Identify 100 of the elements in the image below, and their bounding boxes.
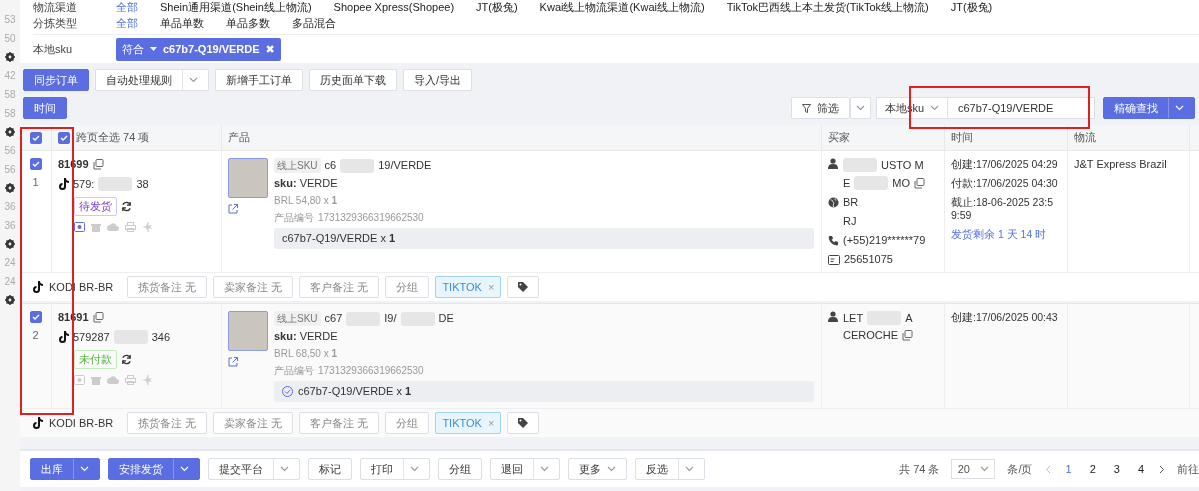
filter-option[interactable]: TikTok巴西线上本土发货(TikTok线上物流) [726, 0, 929, 15]
filter-option[interactable]: JT(极兔) [476, 0, 518, 15]
blurred-region [340, 158, 375, 173]
settings-icon[interactable] [5, 127, 15, 137]
id-card-icon [828, 254, 840, 265]
time-entry: 创建:17/06/2025 04:29 [951, 158, 1059, 171]
tag-button[interactable] [507, 412, 540, 434]
chevron-down-icon [280, 466, 289, 472]
refresh-icon[interactable] [121, 201, 132, 212]
goto-label: 前往 [1177, 461, 1199, 477]
filter-option[interactable]: Kwai线上物流渠道(Kwai线上物流) [539, 0, 705, 15]
select-all-pages-checkbox[interactable] [58, 131, 70, 144]
toolbar-button[interactable]: 提交平台 [208, 458, 300, 480]
filter-label: 本地sku [33, 41, 74, 57]
masked-text-part: c67 [324, 312, 343, 325]
filter-button[interactable]: 筛选 [790, 97, 850, 119]
logistics-carrier: J&T Express Brazil [1074, 158, 1168, 171]
filter-option[interactable]: 全部 [116, 0, 138, 15]
line-number: 36 [4, 201, 16, 212]
note-button[interactable]: 客户备注 无 [299, 412, 380, 434]
page-button[interactable]: 2 [1086, 463, 1099, 475]
toolbar-button[interactable]: 新增手工订单 [215, 69, 303, 91]
note-button[interactable]: 卖家备注 无 [213, 276, 294, 298]
page-button[interactable]: 3 [1110, 463, 1123, 475]
line-number: 58 [4, 108, 16, 119]
toolbar-button[interactable]: 出库 [30, 458, 100, 480]
filter-option[interactable]: 全部 [116, 15, 138, 31]
page-size-select[interactable]: 20 [951, 459, 996, 479]
toolbar-button[interactable]: 自动处理规则 [95, 69, 209, 91]
row-index: 1 [32, 176, 39, 189]
filter-option[interactable]: Shopee Xpress(Shopee) [333, 1, 455, 13]
toolbar-button[interactable]: 导入/导出 [403, 69, 473, 91]
settings-icon[interactable] [5, 295, 15, 305]
select-all-checkbox[interactable] [29, 131, 42, 144]
note-button[interactable]: 拣货备注 无 [127, 276, 208, 298]
masked-text-part: E [843, 176, 851, 190]
toolbar-button[interactable]: 分组 [438, 458, 482, 480]
blurred-region [843, 158, 877, 172]
external-link-icon[interactable] [228, 204, 238, 214]
music-note-icon [32, 417, 43, 429]
price-text: BRL 54,80 x 1 [274, 194, 338, 207]
select-all-label: 跨页全选 74 项 [76, 130, 150, 145]
copy-icon[interactable] [914, 177, 926, 189]
copy-icon[interactable] [92, 159, 104, 170]
search-field[interactable]: c67b7-Q19/VERDE [948, 97, 1095, 119]
settings-icon[interactable] [5, 183, 15, 193]
masked-text-part: MO [892, 176, 911, 190]
settings-icon[interactable] [5, 239, 15, 249]
tag-button[interactable] [507, 276, 540, 298]
note-button[interactable]: 客户备注 无 [299, 276, 380, 298]
remove-icon[interactable]: ✖ [265, 42, 275, 56]
time-button[interactable]: 时间 [23, 97, 67, 119]
filter-option[interactable]: JT(极兔) [950, 0, 993, 15]
next-page-icon[interactable] [1159, 464, 1165, 474]
product-code-label: 产品编号 [274, 364, 314, 377]
platform-tag: TIKTOK × [435, 412, 502, 434]
row-checkbox[interactable] [29, 311, 42, 323]
chevron-down-icon [1175, 105, 1184, 111]
filter-label: 物流渠道 [33, 0, 78, 15]
toolbar-button[interactable]: 更多 [568, 458, 627, 480]
line-number: 24 [4, 257, 16, 268]
chevron-down-icon [855, 105, 865, 111]
note-button[interactable]: 拣货备注 无 [127, 412, 208, 434]
toolbar-button[interactable]: 安排发货 [108, 458, 200, 480]
masked-text-part: 346 [151, 330, 171, 344]
masked-text-part: 579287 [73, 330, 110, 344]
line-number: 42 [4, 70, 16, 81]
note-button[interactable]: 卖家备注 无 [213, 412, 294, 434]
page-button[interactable]: 1 [1062, 463, 1075, 475]
toolbar-button[interactable]: 同步订单 [23, 69, 89, 91]
filter-option[interactable]: 单品单数 [160, 15, 204, 31]
column-header: 产品 [228, 130, 250, 145]
sku-filter-tag[interactable]: 符合 c67b7-Q19/VERDE ✖ [116, 37, 281, 61]
note-button[interactable]: 分组 [385, 276, 430, 298]
row-checkbox[interactable] [29, 158, 42, 170]
toolbar-button[interactable]: 退回 [490, 458, 560, 480]
refresh-icon[interactable] [121, 354, 132, 365]
masked-text-part: DE [438, 312, 454, 325]
external-link-icon[interactable] [228, 357, 238, 367]
copy-icon[interactable] [92, 312, 104, 323]
toolbar-button[interactable]: 打印 [360, 458, 430, 480]
settings-icon[interactable] [5, 52, 15, 62]
chevron-down-icon [540, 466, 549, 472]
page-button[interactable]: 4 [1134, 463, 1147, 475]
filter-option[interactable]: Shein通用渠道(Shein线上物流) [160, 0, 312, 15]
filter-option[interactable]: 单品多数 [226, 15, 270, 31]
exact-search-button[interactable]: 精确查找 [1103, 97, 1195, 119]
toolbar-button[interactable]: 标记 [308, 458, 352, 480]
online-sku-label: 线上SKU [274, 311, 321, 326]
copy-icon[interactable] [902, 330, 913, 341]
toolbar-button[interactable]: 反选 [635, 458, 705, 480]
line-number: 53 [4, 14, 16, 25]
note-button[interactable]: 分组 [385, 412, 430, 434]
platform-tag: TIKTOK × [435, 276, 502, 298]
id-card-icon[interactable] [74, 222, 85, 232]
toolbar-button[interactable]: 历史面单下载 [309, 69, 397, 91]
time-entry: 付款:17/06/2025 04:30 [951, 177, 1059, 190]
music-note-icon [32, 281, 43, 293]
filter-option[interactable]: 多品混合 [292, 15, 336, 31]
chevron-down-icon [607, 466, 616, 472]
